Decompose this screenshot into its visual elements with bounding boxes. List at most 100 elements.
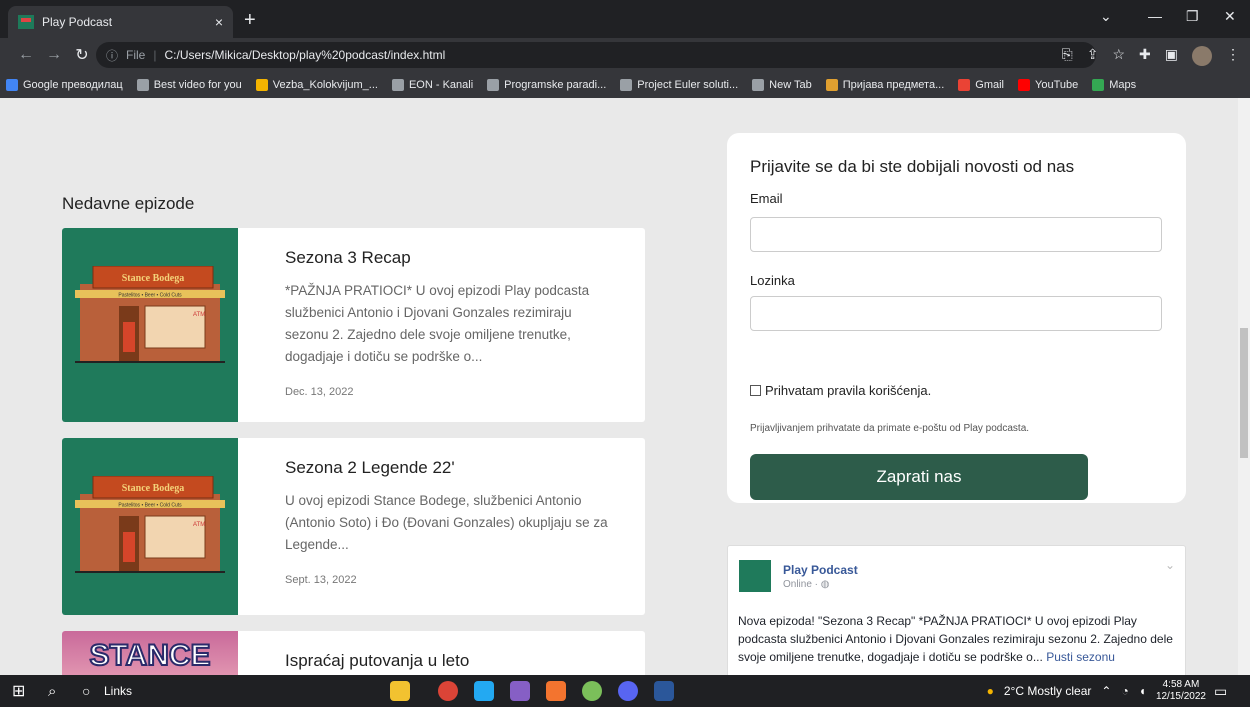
tab-search-icon[interactable]: ⌄ [1100,8,1112,25]
bookmark-label: Google преводилац [23,79,123,91]
forward-icon[interactable]: → [44,46,64,64]
episode-date: Dec. 13, 2022 [285,386,354,398]
bookmark-star-icon[interactable]: ☆ [1112,46,1125,66]
url-scheme: File [126,48,146,62]
notifications-icon[interactable]: ▭ [1214,680,1227,702]
scrollbar-thumb[interactable] [1240,328,1248,458]
bookmark-favicon-icon [958,79,971,91]
translate-icon[interactable]: ⎘ [1062,46,1073,66]
tab-close-icon[interactable]: × [215,14,223,30]
file-explorer-icon[interactable] [390,681,410,701]
tray-chevron-icon[interactable]: ⌃ [1101,684,1111,698]
fb-page-status: Online · ◍ [783,579,830,590]
episode-date: Sept. 13, 2022 [285,574,357,586]
episode-title[interactable]: Sezona 3 Recap [285,248,617,268]
close-window-icon[interactable]: ✕ [1224,8,1236,25]
bookmark-favicon-icon [620,79,633,91]
tab-title: Play Podcast [42,15,113,29]
bookmark-label: Project Euler soluti... [637,79,739,91]
terms-checkbox-row[interactable]: Prihvatam pravila korišćenja. [750,383,931,398]
page-scrollbar[interactable] [1238,98,1250,675]
bookmark-label: Vezba_Kolokvijum_... [272,79,378,91]
browser-tab[interactable]: Play Podcast × [8,6,233,38]
bookmark-item[interactable]: Programske paradi... [487,79,606,91]
system-tray: ● 2°C Mostly clear ⌃ ◔ ◖ 4:58 AM 12/15/2… [987,675,1206,707]
subscribe-button[interactable]: Zaprati nas [750,454,1088,500]
bookmark-favicon-icon [752,79,765,91]
extensions-icon[interactable]: ✚ [1139,46,1151,66]
reload-icon[interactable]: ↻ [72,45,92,65]
clock-time: 4:58 AM [1162,679,1200,690]
browser-toolbar: ← → ↻ ⓘ File | C:/Users/Mikica/Desktop/p… [0,38,1250,72]
menu-icon[interactable]: ⋮ [1226,46,1240,66]
network-icon[interactable]: ◔ [1121,684,1128,698]
minimize-icon[interactable]: — [1148,8,1162,24]
stance-art-illustration: STANCE [88,638,211,673]
word-icon[interactable] [654,681,674,701]
back-icon[interactable]: ← [16,46,36,64]
side-panel-icon[interactable]: ▣ [1165,46,1178,66]
episode-title[interactable]: Ispraćaj putovanja u leto [285,651,617,671]
bookmark-label: Gmail [975,79,1004,91]
episode-thumbnail: Stance Bodega Pastelitos • Beer • Cold C… [62,228,238,422]
windows-start-icon[interactable]: ⊞ [12,680,25,702]
weather-text[interactable]: 2°C Mostly clear [1004,684,1092,698]
site-info-icon[interactable]: ⓘ [106,47,118,64]
bookmark-item[interactable]: Vezba_Kolokvijum_... [255,79,378,91]
chrome-icon[interactable] [438,681,458,701]
episode-title[interactable]: Sezona 2 Legende 22' [285,458,617,478]
episode-card[interactable]: Stance Bodega Pastelitos • Beer • Cold C… [62,438,645,615]
bodega-illustration: Stance Bodega Pastelitos • Beer • Cold C… [75,476,225,573]
page-viewport: Nedavne epizode Stance Bodega Pastelitos… [0,98,1238,675]
weather-icon[interactable]: ● [987,684,994,698]
visual-studio-icon[interactable] [510,681,530,701]
bookmark-item[interactable]: YouTube [1018,79,1078,91]
fb-post-text: Nova epizoda! "Sezona 3 Recap" *PAŽNJA P… [738,612,1178,666]
section-title: Nedavne epizode [62,194,195,213]
bookmark-item[interactable]: EON - Kanali [391,79,473,91]
bookmark-favicon-icon [1092,79,1105,91]
clock[interactable]: 4:58 AM 12/15/2022 [1156,679,1206,703]
bookmark-label: New Tab [769,79,812,91]
bookmark-item[interactable]: Gmail [958,79,1004,91]
shop-atm-text: ATM [193,522,205,528]
fb-page-name[interactable]: Play Podcast [783,563,858,577]
app-icon[interactable] [582,681,602,701]
bookmark-item[interactable]: Пријава предмета... [825,79,945,91]
fb-page-logo[interactable] [739,560,771,592]
shop-sign-text: Stance Bodega [122,483,185,494]
bookmark-label: Best video for you [153,79,242,91]
bookmark-item[interactable]: New Tab [752,79,812,91]
profile-avatar[interactable] [1192,46,1212,66]
episode-card[interactable]: Stance Bodega Pastelitos • Beer • Cold C… [62,228,645,422]
discord-icon[interactable] [618,681,638,701]
bookmark-item[interactable]: Best video for you [136,79,242,91]
url-separator: | [153,48,157,62]
bookmark-favicon-icon [391,79,404,91]
terms-checkbox[interactable] [750,385,761,396]
bookmarks-bar: Google преводилац Best video for you Vezba… [0,72,1250,98]
email-field[interactable] [750,217,1162,252]
search-icon[interactable]: ⌕ [48,680,56,702]
chevron-down-icon[interactable]: ⌄ [1165,558,1175,572]
volume-icon[interactable]: ◖ [1139,684,1146,698]
xampp-icon[interactable] [546,681,566,701]
bookmark-item[interactable]: Maps [1092,79,1136,91]
episode-card[interactable]: STANCE Ispraćaj putovanja u leto [62,631,645,675]
bookmark-favicon-icon [1018,79,1030,91]
bookmark-item[interactable]: Google преводилац [6,79,123,91]
bookmark-item[interactable]: Project Euler soluti... [620,79,738,91]
bookmark-favicon-icon [6,79,18,91]
episode-thumbnail: STANCE [62,631,238,675]
address-bar[interactable]: ⓘ File | C:/Users/Mikica/Desktop/play%20… [96,42,1096,68]
password-field[interactable] [750,296,1162,331]
bookmark-label: Пријава предмета... [842,79,945,91]
fb-more-link[interactable]: Pusti sezonu [1046,650,1115,664]
bookmark-label: Programske paradi... [504,79,607,91]
share-icon[interactable]: ⇪ [1087,46,1099,66]
restore-icon[interactable]: ❐ [1186,8,1199,25]
cortana-icon[interactable]: ○ [82,680,90,702]
taskbar-search-label[interactable]: Links [104,680,132,702]
new-tab-button[interactable]: + [244,8,256,32]
vscode-icon[interactable] [474,681,494,701]
